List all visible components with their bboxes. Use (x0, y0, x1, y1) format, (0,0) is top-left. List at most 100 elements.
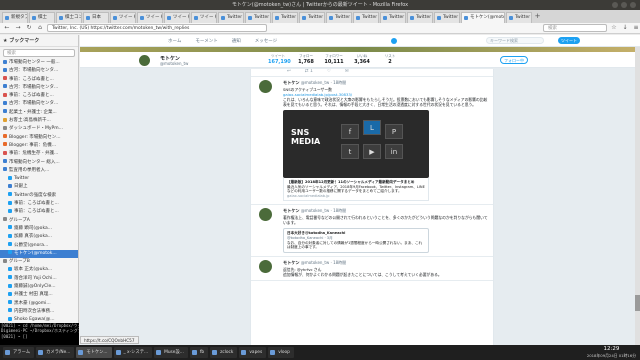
browser-tab-active[interactable]: モトケン(@motoken_tw) (461, 12, 505, 23)
bookmark-item[interactable]: 監査用の挙用者入... (0, 167, 78, 175)
download-icon[interactable]: ↓ (621, 24, 629, 32)
taskbar-item[interactable]: fb (189, 347, 209, 358)
bookmark-item[interactable]: 加藤 真衣(@oka... (0, 233, 78, 241)
stat-lists[interactable]: リスト 2 (380, 54, 400, 65)
url-bar[interactable]: Twitter, Inc. (US) https://twitter.com/m… (47, 24, 267, 32)
bookmark-item[interactable]: グループB (0, 258, 78, 266)
avatar[interactable] (259, 259, 272, 273)
bookmark-item[interactable]: 坂本 正太(@uka... (0, 266, 78, 274)
follow-button[interactable]: フォロー中 (500, 56, 528, 64)
taskbar-item[interactable]: アラーム (3, 347, 35, 358)
taskbar-item[interactable]: カメラ/Ne... (36, 347, 75, 358)
close-button[interactable] (630, 2, 636, 8)
twitter-bird-icon[interactable] (391, 37, 398, 44)
taskbar-item[interactable]: zclock (210, 347, 238, 358)
stat-likes[interactable]: いいね 3,364 (352, 54, 372, 65)
bookmark-item[interactable]: お客土:高島株新千... (0, 117, 78, 125)
bookmark-item[interactable]: Blogger: 市場動向セン... (0, 134, 78, 142)
nav-notifications[interactable]: 通知 (232, 38, 241, 44)
like-icon[interactable]: ♡ (327, 69, 331, 76)
retweet-icon[interactable]: ⇄ 1 (305, 69, 313, 76)
minimize-button[interactable] (612, 2, 618, 8)
taskbar-item[interactable]: vloop (268, 347, 294, 358)
browser-tab[interactable]: 棋士コンピ (56, 12, 82, 23)
tweet[interactable]: モトケン @motoken_tw · 18時間 著作権法上、電話番号などの公開さ… (251, 205, 493, 257)
tweet[interactable]: モトケン @motoken_tw · 18時間 返信先: @yhrfvc さん … (251, 257, 493, 281)
tweet-button[interactable]: ツイート (558, 37, 580, 44)
browser-tab[interactable]: 日本 (83, 12, 109, 23)
bookmark-star-icon[interactable]: ☆ (610, 24, 618, 32)
bookmark-item[interactable]: 齋藤 顕司(@oka... (0, 225, 78, 233)
browser-tab[interactable]: ツイート (110, 12, 136, 23)
bookmark-item[interactable]: Twitterの強度な検索 (0, 192, 78, 200)
bookmark-item[interactable]: 黒木豪 (@gomi... (0, 300, 78, 308)
bookmark-item[interactable]: 落合洋司 Yoji Ochi... (0, 275, 78, 283)
browser-tab[interactable]: Twitter (407, 12, 433, 23)
bookmark-item[interactable]: 事前：危機生存 - 弁護... (0, 150, 78, 158)
reload-icon[interactable]: ↻ (25, 24, 33, 32)
back-arrow-icon[interactable]: ← (3, 24, 11, 32)
bookmark-item[interactable]: 古河：市場動向センタ... (0, 84, 78, 92)
bookmark-item[interactable]: Twitter (0, 175, 78, 183)
browser-tab[interactable]: ツイート (191, 12, 217, 23)
tweet-media-image[interactable]: SNS MEDIA f L P t ▶ in (283, 110, 429, 178)
link-card[interactable]: 【最新版】2018年12月更新！11のソーシャルメディア最新動向データまとめ 最… (283, 178, 429, 202)
maximize-button[interactable] (621, 2, 627, 8)
forward-arrow-icon[interactable]: → (14, 24, 22, 32)
nav-home[interactable]: ホーム (168, 38, 181, 44)
avatar[interactable] (259, 208, 272, 222)
menu-icon[interactable]: ≡ (632, 24, 640, 32)
bookmark-item[interactable]: ダッシュボード・MyPm... (0, 125, 78, 133)
browser-tab[interactable]: Twitter (299, 12, 325, 23)
browser-tab[interactable]: Twitter (380, 12, 406, 23)
search-bar[interactable]: 検索 (543, 24, 607, 32)
bookmark-item[interactable]: 市場動向センター 一般... (0, 59, 78, 67)
bookmark-item[interactable]: Shoko Egawa(@... (0, 316, 78, 323)
dm-icon[interactable]: ✉ (345, 69, 349, 76)
bookmark-item[interactable]: 古河：市場動向センタ... (0, 67, 78, 75)
bookmark-item[interactable]: 事前：ころばぬ書と... (0, 208, 78, 216)
browser-tab[interactable]: Twitter (218, 12, 244, 23)
nav-moments[interactable]: モーメント (195, 38, 217, 44)
stat-followers[interactable]: フォロワー 10,111 (324, 54, 344, 65)
bookmark-item[interactable]: 弁護士 村田 真理... (0, 291, 78, 299)
taskbar-item[interactable]: _ x-システ... (113, 347, 153, 358)
bookmark-item[interactable]: 事前：ころばぬ書と... (0, 200, 78, 208)
new-tab-button[interactable]: + (533, 10, 542, 23)
avatar[interactable] (138, 54, 151, 67)
bookmark-item[interactable]: 内田時次合法事務... (0, 308, 78, 316)
browser-tab[interactable]: ツイート (137, 12, 163, 23)
bookmark-item[interactable]: 古河：市場動向センタ... (0, 100, 78, 108)
browser-tab[interactable]: 棋士 (29, 12, 55, 23)
stat-following[interactable]: フォロー 1,768 (296, 54, 316, 65)
bookmark-item[interactable]: 齋藤誠(@OnlyCle... (0, 283, 78, 291)
browser-tab[interactable]: Twitter (353, 12, 379, 23)
home-icon[interactable]: ⌂ (36, 24, 44, 32)
bookmark-item[interactable]: 公爵堂(@nora... (0, 242, 78, 250)
sidebar-search-input[interactable]: 検索 (3, 49, 75, 57)
bookmark-item[interactable]: 日銀上 (0, 183, 78, 191)
browser-tab[interactable]: ツイート (164, 12, 190, 23)
bookmark-item[interactable]: グループA (0, 217, 78, 225)
browser-tab[interactable]: Twitter (506, 12, 532, 23)
taskbar-item-active[interactable]: モトケン... (76, 347, 112, 358)
bookmark-item[interactable]: 市場動向センター 総入... (0, 159, 78, 167)
nav-messages[interactable]: メッセージ (255, 38, 277, 44)
tweet[interactable]: モトケン @motoken_tw · 18時間 SNSのアクティブユーザー数 g… (251, 77, 493, 206)
bookmark-item[interactable]: 事前：ころばぬ書と... (0, 92, 78, 100)
quoted-tweet[interactable]: 日本大好き@kotodha_Kaneachi @kotodha_Kaneachi… (283, 228, 429, 253)
taskbar-clock[interactable]: 12:29 2018年09月24日 01時16分 (587, 346, 636, 358)
bookmark-item[interactable]: 起業土・弁護士: 企業... (0, 109, 78, 117)
bookmark-item[interactable]: モトケン(@motok... (0, 249, 78, 259)
browser-tab[interactable]: Twitter (326, 12, 352, 23)
twitter-search-input[interactable]: キーワード検索 (486, 37, 544, 44)
reply-icon[interactable]: ↩ (287, 69, 291, 76)
browser-tab[interactable]: Twitter (434, 12, 460, 23)
browser-tab[interactable]: Twitter (272, 12, 298, 23)
scrollbar-thumb[interactable] (635, 295, 640, 311)
taskbar-item[interactable]: vapes (239, 347, 267, 358)
bookmark-item[interactable]: Blogger: 事前：危機... (0, 142, 78, 150)
bookmark-item[interactable]: 事前：ころばぬ書と... (0, 76, 78, 84)
stat-tweets[interactable]: ツイート 167,190 (268, 54, 291, 65)
browser-tab[interactable]: Twitter (245, 12, 271, 23)
